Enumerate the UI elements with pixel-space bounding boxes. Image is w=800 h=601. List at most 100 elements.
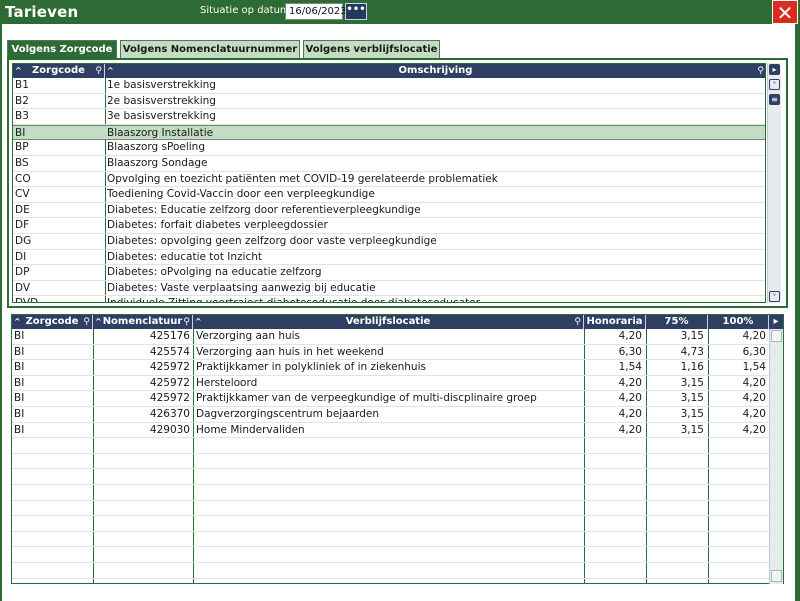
table-row[interactable]: B1 1e basisverstrekking <box>13 78 765 94</box>
empty-row <box>12 563 769 579</box>
empty-row <box>12 516 769 532</box>
zorgcode-cell: CV <box>15 188 30 201</box>
verblijfslocatie-cell: Hersteloord <box>196 376 258 389</box>
table-row[interactable]: B3 3e basisverstrekking <box>13 109 765 125</box>
table-row[interactable]: BP Blaaszorg sPoeling <box>13 140 765 156</box>
scroll-thumb[interactable] <box>771 330 782 342</box>
search-icon[interactable]: ⚲ <box>757 64 764 78</box>
zorgcode-cell: BI <box>14 345 25 358</box>
tab-volgens-zorgcode[interactable]: Volgens Zorgcode <box>7 40 117 60</box>
zorgcode-panel: ^ Zorgcode ⚲ ^ Omschrijving ⚲ B1 1e basis… <box>7 58 788 308</box>
tarieven-scrollbar[interactable] <box>769 329 783 584</box>
pct100-cell: 4,20 <box>742 392 766 405</box>
sort-icon: ^ <box>95 317 102 326</box>
search-icon[interactable]: ⚲ <box>183 315 190 329</box>
search-icon[interactable]: ⚲ <box>83 315 90 329</box>
table-row[interactable]: BI 425972 Hersteloord 4,20 3,15 4,20 <box>12 376 769 392</box>
date-input[interactable]: 16/06/2023 <box>285 3 347 20</box>
zorgcode-cell: DP <box>15 266 30 279</box>
honoraria-cell: 1,54 <box>618 361 642 374</box>
zorgcode-cell: DE <box>15 203 30 216</box>
pct100-cell: 1,54 <box>742 361 766 374</box>
search-icon[interactable]: ⚲ <box>95 64 102 78</box>
close-icon[interactable]: ✕ <box>772 0 798 25</box>
table-row[interactable]: BI 425176 Verzorging aan huis 4,20 3,15 4,20 <box>12 329 769 345</box>
omschrijving-cell: Blaaszorg Installatie <box>107 126 214 139</box>
table-row[interactable]: DF Diabetes: forfait diabetes verpleegdos… <box>13 218 765 234</box>
omschrijving-cell: Diabetes: educatie tot Inzicht <box>107 250 263 263</box>
zorgcode-cell: DVD <box>15 296 103 302</box>
pct75-cell: 3,15 <box>680 376 704 389</box>
table-row[interactable]: CV Toediening Covid-Vaccin door een verpl… <box>13 187 765 203</box>
omschrijving-cell: Toediening Covid-Vaccin door een verplee… <box>107 188 375 201</box>
table-row[interactable]: BI 425972 Praktijkkamer van de verpeegkund… <box>12 391 769 407</box>
omschrijving-cell: 3e basisverstrekking <box>107 110 216 123</box>
col-header-zorgcode[interactable]: ^ Zorgcode ⚲ <box>13 64 105 78</box>
zorgcode-cell: BI <box>14 408 25 420</box>
table-row[interactable]: CO Opvolging en toezicht patiënten met CO… <box>13 172 765 188</box>
zorgcode-cell: BI <box>14 361 25 374</box>
sort-icon: ^ <box>15 66 22 75</box>
table-row[interactable]: B2 2e basisverstrekking <box>13 94 765 110</box>
omschrijving-cell: Diabetes: opvolging geen zelfzorg door v… <box>107 235 437 247</box>
nomenclatuur-cell: 425972 <box>149 361 190 374</box>
col-header-100[interactable]: 100% <box>708 315 769 329</box>
omschrijving-cell: Diabetes: Educatie zelfzorg door referen… <box>107 203 421 216</box>
table-row[interactable]: BI Blaaszorg Installatie <box>13 124 765 141</box>
pct100-cell: 4,20 <box>742 408 766 420</box>
zorgcode-cell: B1 <box>15 79 29 91</box>
pct75-cell: 3,15 <box>680 392 704 405</box>
zorgcode-cell: BS <box>15 157 29 169</box>
table-row[interactable]: BI 429030 Home Mindervaliden 4,20 3,15 4,20 <box>12 423 769 439</box>
scroll-thumb-bottom[interactable] <box>771 570 782 582</box>
scroll-down-icon[interactable]: ˅ <box>769 291 780 302</box>
empty-row <box>12 438 769 454</box>
col-header-75[interactable]: 75% <box>646 315 708 329</box>
table-row[interactable]: DE Diabetes: Educatie zelfzorg door refer… <box>13 203 765 219</box>
window-frame-left <box>0 24 2 601</box>
zorgcode-cell: BP <box>15 141 29 154</box>
omschrijving-cell: Blaaszorg sPoeling <box>107 141 205 154</box>
col-header-omschrijving[interactable]: ^ Omschrijving ⚲ <box>105 64 765 78</box>
pct75-cell: 1,16 <box>680 361 704 374</box>
verblijfslocatie-cell: Praktijkkamer in polykliniek of in zieke… <box>196 361 426 374</box>
scroll-right-icon[interactable]: ▸ <box>769 315 783 329</box>
col-header-verblijfslocatie[interactable]: ^ Verblijfslocatie ⚲ <box>193 315 584 329</box>
pct75-cell: 3,15 <box>680 330 704 342</box>
scroll-right-icon[interactable]: ▸ <box>769 64 780 75</box>
col-header-zorgcode[interactable]: ^ Zorgcode ⚲ <box>12 315 93 329</box>
table-row[interactable]: DV Diabetes: Vaste verplaatsing aanwezig … <box>13 281 765 297</box>
honoraria-cell: 6,30 <box>618 345 642 358</box>
omschrijving-cell: Diabetes: oPvolging na educatie zelfzorg <box>107 266 322 279</box>
table-row[interactable]: DVD Individuele Zitting voortraject diabe… <box>13 296 765 302</box>
honoraria-cell: 4,20 <box>618 392 642 405</box>
table-row[interactable]: BI 425972 Praktijkkamer in polykliniek of … <box>12 360 769 376</box>
table-row[interactable]: BI 426370 Dagverzorgingscentrum bejaarden 4… <box>12 407 769 423</box>
table-row[interactable]: DP Diabetes: oPvolging na educatie zelfzo… <box>13 265 765 281</box>
tab-volgens-verblijfslocatie[interactable]: Volgens verblijfslocatie <box>303 40 440 59</box>
col-header-nomenclatuur[interactable]: ^ Nomenclatuur ⚲ <box>93 315 193 329</box>
zorgcode-scrollbar[interactable]: ▸ ˄ ≡ ˅ <box>767 63 781 303</box>
scroll-up-icon[interactable]: ˄ <box>769 79 780 90</box>
search-icon[interactable]: ⚲ <box>574 315 581 329</box>
date-picker-button[interactable]: ••• <box>345 3 367 20</box>
zorgcode-cell: BI <box>15 126 26 139</box>
omschrijving-cell: Blaaszorg Sondage <box>107 157 208 169</box>
nomenclatuur-cell: 429030 <box>149 423 190 436</box>
table-row[interactable]: DG Diabetes: opvolging geen zelfzorg door… <box>13 234 765 250</box>
tab-volgens-nomenclatuurnummer[interactable]: Volgens Nomenclatuurnummer <box>120 40 300 59</box>
table-row[interactable]: BS Blaaszorg Sondage <box>13 156 765 172</box>
table-row[interactable]: BI 425574 Verzorging aan huis in het weeke… <box>12 345 769 361</box>
col-header-honoraria[interactable]: Honoraria <box>584 315 646 329</box>
zorgcode-cell: DI <box>15 250 27 263</box>
empty-row <box>12 469 769 485</box>
zorgcode-cell: BI <box>14 423 25 436</box>
pct100-cell: 6,30 <box>742 345 766 358</box>
zorgcode-grid: ^ Zorgcode ⚲ ^ Omschrijving ⚲ B1 1e basis… <box>12 63 766 303</box>
pct75-cell: 3,15 <box>680 408 704 420</box>
nomenclatuur-cell: 425972 <box>149 376 190 389</box>
pct100-cell: 4,20 <box>742 330 766 342</box>
table-row[interactable]: DI Diabetes: educatie tot Inzicht <box>13 250 765 266</box>
scroll-thumb-icon[interactable]: ≡ <box>769 94 780 105</box>
empty-row <box>12 547 769 563</box>
